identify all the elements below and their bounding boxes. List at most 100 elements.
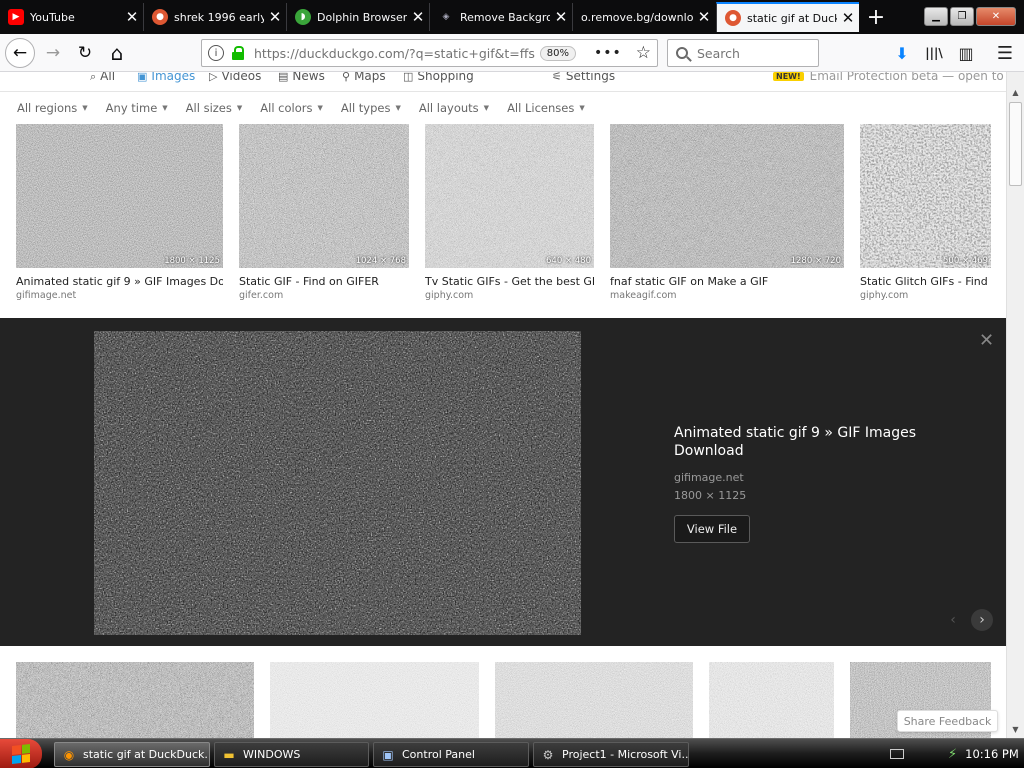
vertical-scrollbar[interactable]: ▲ ▼ bbox=[1006, 72, 1024, 738]
tab-youtube[interactable]: ▶ YouTube ✕ bbox=[0, 3, 143, 31]
image-result[interactable]: 1024 × 768 Static GIF - Find on GIFER gi… bbox=[239, 124, 409, 301]
keyboard-icon[interactable] bbox=[890, 749, 904, 759]
previous-image-icon[interactable]: ‹ bbox=[942, 609, 964, 631]
zoom-indicator[interactable]: 80% bbox=[539, 45, 576, 61]
filter-time[interactable]: Any time ▼ bbox=[106, 101, 168, 115]
static-noise-image bbox=[270, 662, 479, 738]
search-input[interactable] bbox=[697, 45, 817, 61]
result-title[interactable]: Animated static gif 9 » GIF Images Down.… bbox=[16, 275, 223, 288]
search-type-nav: ⌕ All ▣ Images ▷ Videos ▤ News ⚲ Maps ◫ Shoppi… bbox=[0, 72, 1006, 86]
result-thumbnail[interactable]: 1024 × 768 bbox=[239, 124, 409, 268]
url-bar[interactable]: i https://duckduckgo.com/?q=static+gif&t… bbox=[201, 39, 658, 67]
taskbar-item-control-panel[interactable]: ▣ Control Panel bbox=[373, 742, 529, 767]
maximize-button[interactable]: ❐ bbox=[950, 7, 974, 26]
start-button[interactable] bbox=[0, 739, 42, 768]
caret-down-icon: ▼ bbox=[579, 104, 585, 112]
nav-settings[interactable]: ⚟ Settings bbox=[552, 72, 615, 83]
nav-shopping[interactable]: ◫ Shopping bbox=[403, 72, 474, 83]
scroll-down-arrow-icon[interactable]: ▼ bbox=[1007, 721, 1024, 738]
result-source: makeagif.com bbox=[610, 290, 677, 301]
sidebar-icon[interactable]: ▥ bbox=[952, 39, 980, 67]
tab-remove-bg[interactable]: ◈ Remove Backgrou ✕ bbox=[429, 3, 572, 31]
filter-region[interactable]: All regions ▼ bbox=[17, 101, 88, 115]
view-file-button[interactable]: View File bbox=[674, 515, 750, 543]
image-result[interactable]: 1800 × 1125 Animated static gif 9 » GIF … bbox=[16, 124, 223, 301]
tab-static-gif[interactable]: ● static gif at Duck ✕ bbox=[716, 2, 859, 32]
reload-button[interactable]: ↻ bbox=[71, 39, 99, 67]
email-protection-promo[interactable]: NEW! Email Protection beta — open to all bbox=[773, 72, 1006, 83]
tab-shrek[interactable]: ● shrek 1996 early ✕ bbox=[143, 3, 286, 31]
result-thumbnail[interactable]: 640 × 480 bbox=[425, 124, 594, 268]
minimize-button[interactable]: ▁ bbox=[924, 7, 948, 26]
search-box[interactable] bbox=[667, 39, 819, 67]
result-title[interactable]: Static GIF - Find on GIFER bbox=[239, 275, 409, 288]
result-thumbnail[interactable]: 1800 × 1125 bbox=[16, 124, 223, 268]
result-thumbnail[interactable]: 500 × 469 bbox=[860, 124, 991, 268]
scrollbar-thumb[interactable] bbox=[1009, 102, 1022, 186]
image-result[interactable] bbox=[709, 662, 834, 738]
image-result[interactable] bbox=[16, 662, 254, 738]
new-tab-button[interactable]: + bbox=[862, 3, 890, 31]
filter-license[interactable]: All Licenses ▼ bbox=[507, 101, 585, 115]
result-title[interactable]: Static Glitch GIFs - Find ... bbox=[860, 275, 991, 288]
result-title[interactable]: Tv Static GIFs - Get the best GIF... bbox=[425, 275, 594, 288]
nav-images[interactable]: ▣ Images bbox=[137, 72, 195, 83]
url-text[interactable]: https://duckduckgo.com/?q=static+gif&t=f… bbox=[254, 46, 540, 61]
close-icon[interactable]: ✕ bbox=[550, 8, 572, 26]
close-window-button[interactable]: ✕ bbox=[976, 7, 1016, 26]
scroll-up-arrow-icon[interactable]: ▲ bbox=[1007, 84, 1024, 101]
nav-news[interactable]: ▤ News bbox=[278, 72, 325, 83]
close-icon[interactable]: ✕ bbox=[407, 8, 429, 26]
detail-image[interactable] bbox=[94, 331, 581, 635]
close-detail-icon[interactable]: ✕ bbox=[979, 330, 994, 351]
result-source: giphy.com bbox=[860, 290, 909, 301]
page-actions-button[interactable]: ••• bbox=[594, 45, 622, 61]
taskbar-item-browser[interactable]: ◉ static gif at DuckDuck... bbox=[54, 742, 210, 767]
result-title[interactable]: fnaf static GIF on Make a GIF bbox=[610, 275, 844, 288]
close-icon[interactable]: ✕ bbox=[837, 9, 859, 27]
nav-videos[interactable]: ▷ Videos bbox=[209, 72, 261, 83]
close-icon[interactable]: ✕ bbox=[693, 8, 715, 26]
detail-source[interactable]: gifimage.net bbox=[674, 471, 744, 484]
image-result[interactable] bbox=[495, 662, 693, 738]
bookmark-star-icon[interactable]: ☆ bbox=[636, 43, 651, 63]
taskbar-item-visual-basic[interactable]: ⚙ Project1 - Microsoft Vi... bbox=[533, 742, 689, 767]
page-content: ⌕ All ▣ Images ▷ Videos ▤ News ⚲ Maps ◫ Shoppi… bbox=[0, 72, 1006, 738]
nav-all[interactable]: ⌕ All bbox=[90, 72, 115, 84]
play-icon: ▷ bbox=[209, 72, 218, 83]
close-icon[interactable]: ✕ bbox=[264, 8, 286, 26]
close-icon[interactable]: ✕ bbox=[121, 8, 143, 26]
info-icon[interactable]: i bbox=[208, 45, 224, 61]
network-icon[interactable]: ⚡ bbox=[948, 747, 957, 762]
news-icon: ▤ bbox=[278, 72, 289, 83]
filter-type[interactable]: All types ▼ bbox=[341, 101, 401, 115]
image-result[interactable] bbox=[270, 662, 479, 738]
nav-maps[interactable]: ⚲ Maps bbox=[342, 72, 386, 83]
caret-down-icon: ▼ bbox=[236, 104, 243, 112]
filter-size[interactable]: All sizes ▼ bbox=[186, 101, 243, 115]
taskbar-item-windows-folder[interactable]: ▬ WINDOWS bbox=[214, 742, 369, 767]
next-image-icon[interactable]: › bbox=[971, 609, 993, 631]
image-result[interactable]: 640 × 480 Tv Static GIFs - Get the best … bbox=[425, 124, 594, 301]
tab-label: shrek 1996 early bbox=[174, 10, 264, 24]
home-button[interactable]: ⌂ bbox=[103, 39, 131, 67]
back-button[interactable]: ← bbox=[5, 38, 35, 68]
static-noise-image bbox=[495, 662, 693, 738]
menu-icon[interactable]: ☰ bbox=[991, 39, 1019, 67]
image-result[interactable]: 500 × 469 Static Glitch GIFs - Find ... … bbox=[860, 124, 991, 301]
result-thumbnail[interactable]: 1280 × 720 bbox=[610, 124, 844, 268]
filter-layout[interactable]: All layouts ▼ bbox=[419, 101, 489, 115]
library-icon[interactable]: |||\ bbox=[920, 39, 948, 67]
tab-remove-bg-download[interactable]: o.remove.bg/downloa ✕ bbox=[572, 3, 715, 31]
lock-icon[interactable] bbox=[232, 46, 244, 60]
forward-button[interactable]: → bbox=[39, 39, 67, 67]
downloads-icon[interactable]: ⬇ bbox=[888, 39, 916, 67]
image-result[interactable]: 1280 × 720 fnaf static GIF on Make a GIF… bbox=[610, 124, 844, 301]
detail-title[interactable]: Animated static gif 9 » GIF Images Downl… bbox=[674, 424, 919, 460]
clock[interactable]: 10:16 PM bbox=[965, 747, 1019, 761]
share-feedback-button[interactable]: Share Feedback bbox=[897, 710, 998, 732]
filter-color[interactable]: All colors ▼ bbox=[260, 101, 323, 115]
firefox-icon: ◉ bbox=[63, 747, 75, 762]
navigation-toolbar: ← → ↻ ⌂ i https://duckduckgo.com/?q=stat… bbox=[0, 34, 1024, 72]
tab-dolphin[interactable]: ◗ Dolphin Browser / ✕ bbox=[286, 3, 429, 31]
